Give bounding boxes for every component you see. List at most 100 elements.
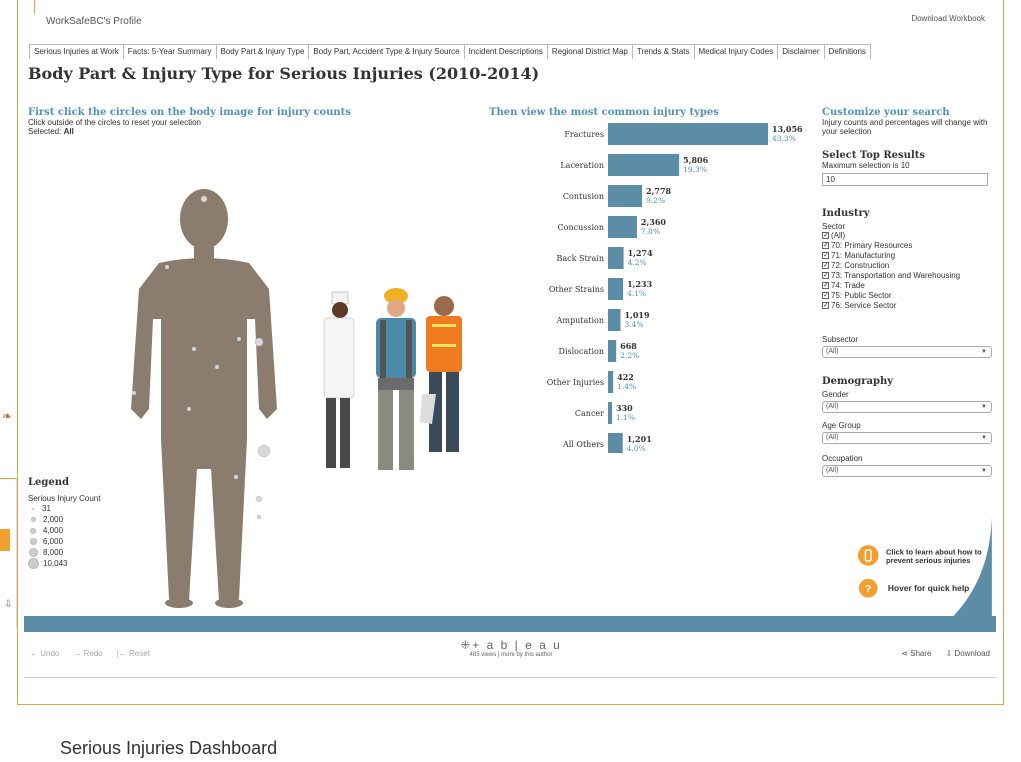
checkbox-checked-icon[interactable]: ✓ — [822, 302, 829, 310]
bar[interactable] — [608, 433, 623, 453]
undo-label: Undo — [40, 649, 60, 658]
top-results-subtext: Maximum selection is 10 — [822, 161, 910, 170]
tableau-brand[interactable]: ⁜+ a b | e a u 485 views | more by this … — [456, 638, 566, 658]
reset-label: Reset — [129, 649, 150, 658]
tab-incident-descriptions[interactable]: Incident Descriptions — [463, 44, 548, 59]
selected-label: Selected: — [28, 127, 62, 136]
occupation-dropdown[interactable]: (All) ▼ — [822, 465, 992, 477]
value-label: 668 — [620, 341, 637, 351]
injury-type-chart[interactable]: Fractures 13,05643.3% Laceration 5,80619.3%… — [544, 123, 814, 453]
sector-checkbox-74[interactable]: ✓ 74: Trade — [822, 281, 994, 291]
legend-item: 6,000 — [28, 536, 100, 547]
workers-illustration — [323, 288, 462, 470]
age-value: (All) — [826, 434, 839, 441]
category-label: Back Strain — [556, 254, 604, 263]
share-button[interactable]: ⋖ Share — [901, 649, 931, 658]
leaf-icon: ❧ — [2, 409, 13, 423]
quick-help-button[interactable]: ? Hover for quick help — [858, 578, 969, 598]
legend-subtitle: Serious Injury Count — [28, 494, 101, 503]
sector-checkbox-71[interactable]: ✓ 71: Manufacturing — [822, 251, 994, 261]
checkbox-checked-icon[interactable]: ✓ — [822, 292, 829, 300]
tableau-toolbar: ← Undo → Redo |← Reset ⁜+ a b | e a u 48… — [24, 632, 996, 678]
undo-button[interactable]: ← Undo — [30, 649, 59, 658]
info-icon[interactable] — [857, 545, 879, 566]
value-label: 13,056 — [772, 124, 803, 134]
chevron-down-icon: ▼ — [981, 468, 987, 474]
filter-panel: Customize your search Injury counts and … — [822, 107, 994, 477]
age-label: Age Group — [822, 421, 861, 430]
checkbox-checked-icon[interactable]: ✓ — [822, 262, 829, 270]
learn-more-button[interactable]: Click to learn about how to prevent seri… — [857, 545, 982, 566]
checkbox-checked-icon[interactable]: ✓ — [822, 282, 829, 290]
tab-definitions[interactable]: Definitions — [823, 44, 871, 59]
bar[interactable] — [608, 278, 624, 300]
sector-checkbox-76[interactable]: ✓ 76: Service Sector — [822, 301, 994, 311]
sector-option-label: 71: Manufacturing — [831, 251, 896, 260]
tab-serious-injuries[interactable]: Serious Injuries at Work — [29, 44, 124, 59]
arrow-right-icon: → — [73, 649, 84, 658]
customize-heading: Customize your search — [822, 107, 950, 118]
views-text[interactable]: 485 views | more by this author — [456, 652, 566, 658]
sector-checkbox-all[interactable]: ✓ (All) — [822, 231, 994, 241]
sector-checkbox-73[interactable]: ✓ 73: Transportation and Warehousing — [822, 271, 994, 281]
percent-label: 7.8% — [641, 227, 660, 236]
bar[interactable] — [608, 402, 613, 424]
download-button[interactable]: ⇩ Download — [945, 649, 990, 658]
profile-link[interactable]: WorkSafeBC's Profile — [46, 16, 142, 27]
sector-checkbox-72[interactable]: ✓ 72: Construction — [822, 261, 994, 271]
chef-figure — [323, 291, 355, 468]
body-silhouette[interactable] — [119, 179, 289, 609]
subsector-dropdown[interactable]: (All) ▼ — [822, 346, 992, 358]
value-label: 1,233 — [627, 279, 652, 289]
orange-tab-icon[interactable] — [0, 529, 10, 551]
dashboard: Body Part & Injury Type for Serious Inju… — [24, 59, 996, 676]
checkbox-checked-icon[interactable]: ✓ — [822, 232, 829, 240]
bar[interactable] — [608, 309, 621, 331]
toolbar-left: ← Undo → Redo |← Reset — [30, 649, 150, 658]
reset-button[interactable]: |← Reset — [117, 649, 150, 658]
selected-value: All — [63, 127, 74, 136]
tab-regional-map[interactable]: Regional District Map — [546, 44, 633, 59]
gender-dropdown[interactable]: (All) ▼ — [822, 401, 992, 413]
chevron-down-icon: ▼ — [981, 404, 987, 410]
top-results-input[interactable]: 10 — [822, 173, 988, 186]
bar[interactable] — [608, 247, 624, 269]
bar[interactable] — [608, 340, 617, 362]
download-icon[interactable]: ⇩ — [4, 599, 12, 610]
checkbox-checked-icon[interactable]: ✓ — [822, 252, 829, 260]
value-label: 1,201 — [627, 434, 652, 444]
bar[interactable] — [608, 154, 680, 176]
tab-facts[interactable]: Facts: 5-Year Summary — [122, 44, 217, 59]
tab-body-part-accident[interactable]: Body Part, Accident Type & Injury Source — [308, 44, 465, 59]
bottom-band — [24, 616, 996, 632]
checkbox-checked-icon[interactable]: ✓ — [822, 242, 829, 250]
share-label: Share — [910, 649, 932, 658]
legend-dot — [31, 517, 36, 522]
age-dropdown[interactable]: (All) ▼ — [822, 432, 992, 444]
tab-body-part[interactable]: Body Part & Injury Type — [215, 44, 310, 59]
category-label: Contusion — [563, 192, 604, 201]
bar[interactable] — [608, 123, 768, 145]
legend-item: 31 — [28, 503, 100, 514]
share-icon: ⋖ — [901, 649, 911, 658]
tab-medical-codes[interactable]: Medical Injury Codes — [693, 44, 779, 59]
tab-disclaimer[interactable]: Disclaimer — [777, 44, 825, 59]
bar[interactable] — [608, 185, 643, 207]
download-workbook-link[interactable]: Download Workbook — [911, 14, 985, 23]
bar[interactable] — [608, 371, 614, 393]
legend-label: 31 — [42, 504, 51, 513]
checkbox-checked-icon[interactable]: ✓ — [822, 272, 829, 280]
percent-label: 4.2% — [628, 258, 647, 267]
percent-label: 2.2% — [620, 351, 639, 360]
category-label: Laceration — [560, 161, 604, 170]
redo-button[interactable]: → Redo — [73, 649, 102, 658]
sector-checkbox-75[interactable]: ✓ 75: Public Sector — [822, 291, 994, 301]
tab-trends[interactable]: Trends & Stats — [631, 44, 695, 59]
customize-subtext: Injury counts and percentages will chang… — [822, 118, 988, 136]
bar[interactable] — [608, 216, 637, 238]
quick-help-text: Hover for quick help — [888, 583, 969, 593]
percent-label: 9.2% — [646, 196, 665, 205]
sector-option-label: 73: Transportation and Warehousing — [831, 271, 961, 280]
sector-checkbox-70[interactable]: ✓ 70: Primary Resources — [822, 241, 994, 251]
percent-label: 1.1% — [616, 413, 635, 422]
